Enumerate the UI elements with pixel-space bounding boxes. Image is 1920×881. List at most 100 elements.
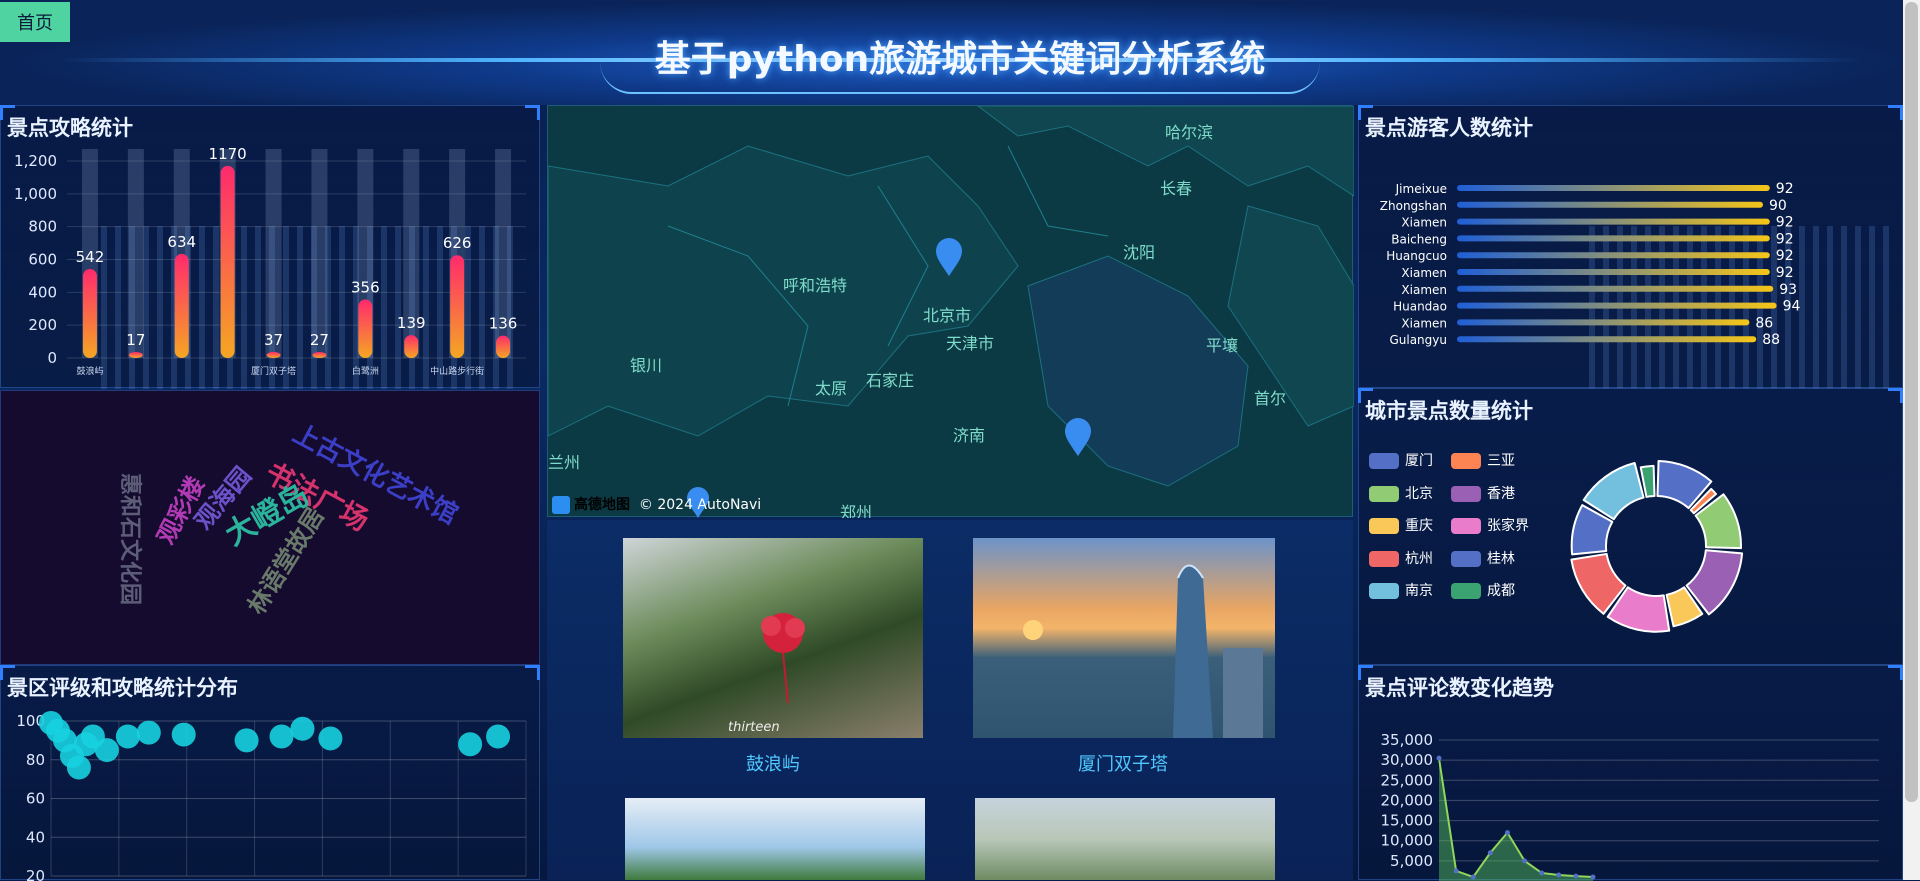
bar bbox=[1457, 218, 1770, 225]
category-label: Huangcuo bbox=[1386, 249, 1447, 263]
y-tick-label: 600 bbox=[28, 251, 57, 269]
wordcloud: 上古文化艺术馆 书法广场 大嶝岛 观海园 观彩楼 林语堂故居 惠和石文化园 bbox=[117, 418, 463, 619]
map-label: 平壤 bbox=[1206, 336, 1238, 355]
category-label: Jimeixue bbox=[1395, 182, 1447, 196]
bar-value-label: 93 bbox=[1779, 282, 1797, 298]
area-fill bbox=[1439, 758, 1593, 881]
towers-image bbox=[1023, 564, 1263, 738]
china-map[interactable]: 哈尔滨 长春 沈阳 呼和浩特 北京市 天津市 银川 太原 石家庄 平壤 首尔 济… bbox=[548, 106, 1354, 518]
data-point bbox=[1590, 874, 1596, 880]
data-point bbox=[1453, 868, 1459, 874]
bar-value-label: 90 bbox=[1769, 198, 1787, 214]
bar bbox=[128, 352, 143, 358]
bar-value-label: 17 bbox=[126, 331, 145, 349]
page-title: 基于python旅游城市关键词分析系统 bbox=[654, 39, 1266, 80]
scatter-point bbox=[136, 720, 161, 745]
scatter-point bbox=[458, 732, 483, 757]
category-label: Huandao bbox=[1393, 300, 1447, 314]
picture-caption-gulangyu[interactable]: 鼓浪屿 bbox=[623, 750, 923, 776]
map-label: 长春 bbox=[1160, 179, 1192, 198]
data-point bbox=[1504, 830, 1510, 836]
picture-twin-towers[interactable] bbox=[973, 538, 1275, 738]
y-tick-label: 10,000 bbox=[1381, 832, 1434, 850]
y-tick-label: 25,000 bbox=[1381, 771, 1434, 789]
scatter-point bbox=[115, 724, 140, 749]
map-label: 沈阳 bbox=[1123, 243, 1155, 262]
scatter-point bbox=[486, 724, 511, 749]
bar bbox=[496, 335, 511, 358]
y-tick-label: 20 bbox=[26, 867, 45, 881]
city-rose-chart bbox=[1570, 460, 1744, 633]
y-tick-label: 800 bbox=[28, 218, 57, 236]
map-label: 郑州 bbox=[840, 503, 872, 518]
scatter-point bbox=[94, 738, 119, 763]
y-tick-label: 20,000 bbox=[1381, 791, 1434, 809]
scatter-point bbox=[66, 755, 91, 780]
home-button[interactable]: 首页 bbox=[0, 2, 70, 42]
visitors-chart: Jimeixue 92 Zhongshan 90 Xiamen 92 Baicheng 92 H… bbox=[1380, 181, 1801, 348]
map-label: 哈尔滨 bbox=[1165, 123, 1213, 142]
bar-value-label: 1170 bbox=[209, 145, 247, 163]
category-label: Gulangyu bbox=[1389, 333, 1447, 347]
y-tick-label: 15,000 bbox=[1381, 812, 1434, 830]
category-label: Xiamen bbox=[1401, 216, 1447, 230]
scrollbar-thumb[interactable] bbox=[1905, 2, 1918, 802]
map-pin-jinan[interactable] bbox=[1065, 418, 1091, 456]
bar bbox=[404, 335, 419, 358]
map-label: 呼和浩特 bbox=[783, 276, 847, 295]
scatter-point bbox=[290, 716, 315, 741]
y-tick-label: 30,000 bbox=[1381, 751, 1434, 769]
x-tick-label: 中山路步行街 bbox=[430, 365, 484, 377]
x-tick-label: 白鹭洲 bbox=[352, 365, 379, 377]
y-tick-label: 80 bbox=[26, 751, 45, 769]
bar bbox=[1457, 336, 1757, 343]
bar-value-label: 86 bbox=[1755, 315, 1773, 331]
bar bbox=[312, 352, 327, 358]
visitors-panel: 景点游客人数统计 Jimeixue 92 Zhongshan 90 Xiamen 92 Ba… bbox=[1358, 105, 1903, 389]
y-tick-label: 1,000 bbox=[14, 185, 57, 203]
scatter-point bbox=[234, 728, 259, 753]
map-label: 济南 bbox=[953, 426, 985, 445]
bar-value-label: 136 bbox=[489, 315, 518, 333]
scatter-point bbox=[269, 724, 294, 749]
bar-value-label: 37 bbox=[264, 331, 283, 349]
category-label: Zhongshan bbox=[1380, 199, 1447, 213]
bar-value-label: 92 bbox=[1776, 231, 1794, 247]
picture-3[interactable] bbox=[625, 798, 925, 880]
bar bbox=[1457, 319, 1750, 326]
data-point bbox=[1487, 850, 1493, 856]
map-label: 兰州 bbox=[548, 453, 580, 472]
map-copyright: © 2024 AutoNavi bbox=[638, 497, 762, 513]
category-label: Baicheng bbox=[1391, 232, 1447, 246]
y-tick-label: 1,200 bbox=[14, 152, 57, 170]
bar bbox=[450, 255, 465, 358]
category-label: Xiamen bbox=[1401, 283, 1447, 297]
picture-caption-twin-towers[interactable]: 厦门双子塔 bbox=[973, 750, 1273, 776]
bar-value-label: 92 bbox=[1776, 181, 1794, 197]
map-watermark: 高德地图 © 2024 AutoNavi bbox=[552, 494, 761, 514]
map-panel[interactable]: 哈尔滨 长春 沈阳 呼和浩特 北京市 天津市 银川 太原 石家庄 平壤 首尔 济… bbox=[547, 105, 1354, 518]
y-tick-label: 40 bbox=[26, 828, 45, 846]
amap-logo-icon bbox=[552, 496, 570, 514]
flower-image: thirteen bbox=[728, 613, 805, 735]
wordcloud-panel: 上古文化艺术馆 书法广场 大嶝岛 观海园 观彩楼 林语堂故居 惠和石文化园 bbox=[0, 390, 540, 665]
scatter-chart: 20406080100 bbox=[16, 710, 527, 881]
comments-panel: 景点评论数变化趋势 5,000 10,000 15,000 20,000 25,000 3… bbox=[1358, 665, 1903, 881]
map-label: 首尔 bbox=[1254, 389, 1286, 408]
word-7: 惠和石文化园 bbox=[117, 473, 143, 605]
bar-value-label: 626 bbox=[443, 234, 472, 252]
picture-4[interactable] bbox=[975, 798, 1275, 880]
bar-value-label: 634 bbox=[167, 233, 196, 251]
bar-background bbox=[311, 149, 328, 358]
bar-value-label: 94 bbox=[1783, 299, 1801, 315]
bar bbox=[1457, 235, 1770, 242]
scatter-point bbox=[318, 726, 343, 751]
page-scrollbar[interactable] bbox=[1903, 0, 1920, 880]
picture-gulangyu[interactable]: thirteen bbox=[623, 538, 923, 738]
bar-value-label: 356 bbox=[351, 279, 380, 297]
category-label: Xiamen bbox=[1401, 316, 1447, 330]
comments-chart: 5,000 10,000 15,000 20,000 25,000 30,000 35,00… bbox=[1381, 731, 1879, 881]
bar-value-label: 27 bbox=[310, 331, 329, 349]
bar-value-label: 92 bbox=[1776, 215, 1794, 231]
strategy-panel: 景点攻略统计 0 200 400 600 800 1,000 1,200 542 鼓浪屿 17 63… bbox=[0, 105, 540, 389]
